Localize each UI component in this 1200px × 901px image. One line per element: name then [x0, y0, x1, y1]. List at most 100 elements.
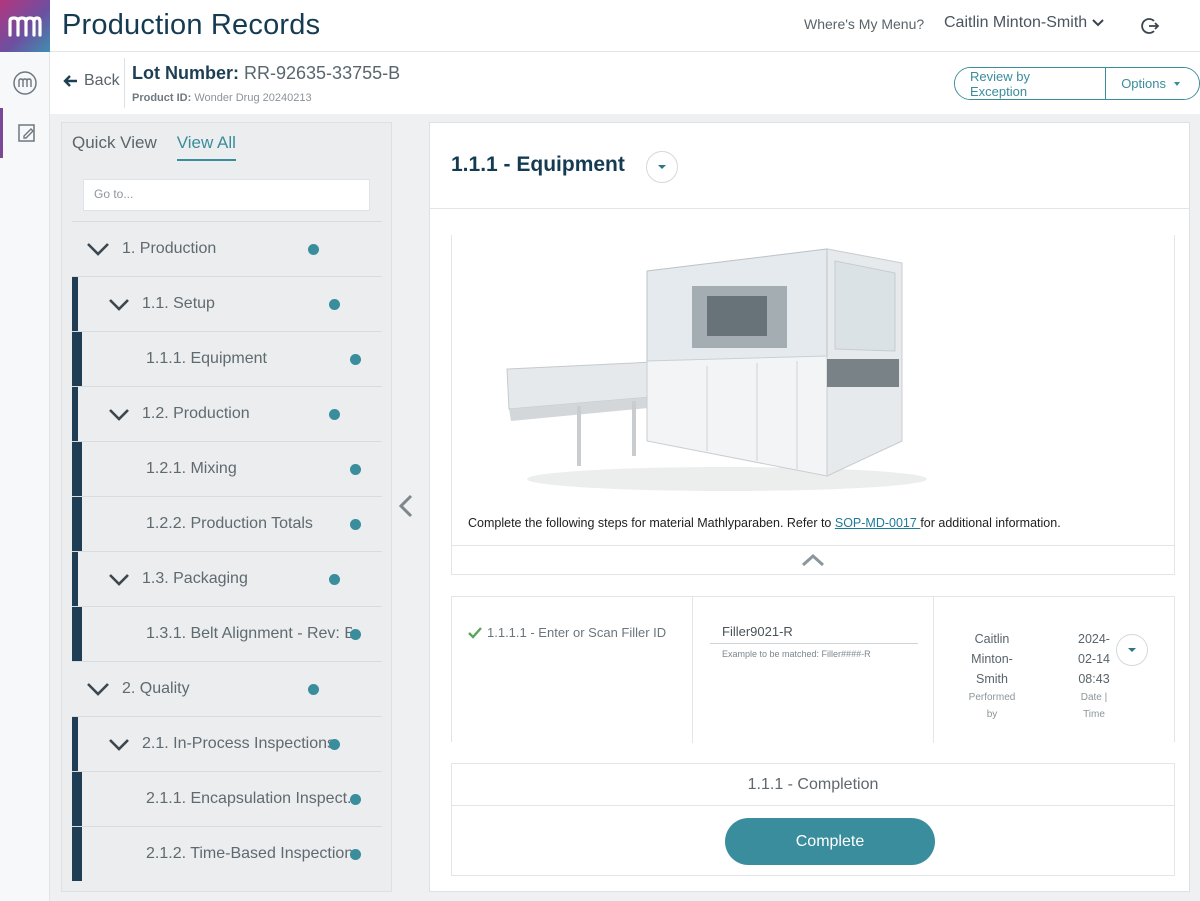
- tree-item-quality[interactable]: 2. Quality: [72, 661, 382, 716]
- app-logo-icon[interactable]: [0, 0, 50, 52]
- column-divider: [692, 597, 693, 743]
- tree-item-label: 1.1. Setup: [142, 295, 215, 312]
- tree-indent-bar: [72, 277, 78, 331]
- tree-item-label: 1. Production: [122, 240, 217, 257]
- instruction-card: Complete the following steps for materia…: [451, 235, 1175, 575]
- lot-number: Lot Number: RR-92635-33755-B: [132, 63, 400, 84]
- completion-card: 1.1.1 - Completion Complete: [451, 763, 1175, 876]
- tree-item-label: 1.3. Packaging: [142, 570, 248, 587]
- caret-down-icon: [1174, 81, 1180, 86]
- chevron-down-icon: [109, 298, 129, 311]
- status-dot: [350, 628, 361, 640]
- status-dot: [350, 848, 361, 860]
- equipment-image: [506, 248, 927, 491]
- status-dot: [350, 518, 361, 530]
- date-time-caption: Time: [1083, 709, 1105, 720]
- status-dot: [329, 738, 340, 750]
- tree-item-production-sub[interactable]: 1.2. Production: [72, 386, 382, 441]
- section-tree: 1. Production 1.1. Setup 1.1.1. Equipmen…: [72, 221, 382, 881]
- lot-number-label: Lot Number:: [132, 63, 239, 83]
- tree-item-in-process-inspections[interactable]: 2.1. In-Process Inspections: [72, 716, 382, 771]
- arrow-left-icon: [63, 75, 77, 87]
- tree-item-production[interactable]: 1. Production: [72, 221, 382, 276]
- caret-down-icon: [1128, 648, 1136, 652]
- product-id-label: Product ID:: [132, 92, 192, 104]
- rail-records-button[interactable]: [0, 108, 50, 158]
- tree-item-encapsulation-inspection[interactable]: 2.1.1. Encapsulation Inspect...: [72, 771, 382, 826]
- tree-indent-bar: [72, 387, 78, 441]
- tree-indent-bar: [72, 717, 78, 771]
- product-id-value: Wonder Drug 20240213: [194, 92, 312, 104]
- tree-item-belt-alignment[interactable]: 1.3.1. Belt Alignment - Rev: B: [72, 606, 382, 661]
- lot-number-value: RR-92635-33755-B: [244, 63, 401, 83]
- check-icon: [468, 626, 482, 639]
- back-label: Back: [84, 72, 120, 89]
- review-by-exception-button[interactable]: Review by Exception: [955, 68, 1106, 99]
- tree-indent-bar: [72, 552, 78, 606]
- tab-view-all[interactable]: View All: [176, 133, 236, 161]
- tree-item-label: 1.3.1. Belt Alignment - Rev: B: [146, 625, 352, 642]
- tree-indent-bar: [72, 497, 82, 551]
- collapse-instructions-button[interactable]: [452, 545, 1174, 573]
- logout-icon[interactable]: [1138, 14, 1162, 38]
- collapse-panel-icon[interactable]: [397, 494, 415, 518]
- tree-item-mixing[interactable]: 1.2.1. Mixing: [72, 441, 382, 496]
- section-title: 1.1.1 - Equipment: [451, 153, 625, 176]
- header-divider: [124, 58, 125, 108]
- tree-item-label: 2.1. In-Process Inspections: [142, 735, 335, 752]
- tree-item-label: 2.1.1. Encapsulation Inspect...: [146, 790, 361, 807]
- user-menu[interactable]: Caitlin Minton-Smith: [944, 14, 1105, 32]
- back-button[interactable]: Back: [62, 72, 120, 90]
- instruction-prefix: Complete the following steps for materia…: [468, 516, 835, 530]
- tree-item-label: 1.2. Production: [142, 405, 250, 422]
- tree-item-label: 1.2.2. Production Totals: [146, 515, 313, 532]
- date-time-caption: Date |: [1080, 692, 1108, 703]
- tree-item-equipment[interactable]: 1.1.1. Equipment: [72, 331, 382, 386]
- brand-circle-icon: [13, 71, 37, 95]
- complete-button[interactable]: Complete: [725, 818, 935, 865]
- main-content: 1.1.1 - Equipment Complete the following…: [429, 122, 1190, 892]
- status-dot: [329, 298, 340, 310]
- tree-indent-bar: [72, 607, 82, 661]
- tree-item-production-totals[interactable]: 1.2.2. Production Totals: [72, 496, 382, 551]
- chevron-up-icon: [801, 553, 825, 566]
- wheres-my-menu-link[interactable]: Where's My Menu?: [804, 16, 924, 32]
- tree-item-label: 2. Quality: [122, 680, 190, 697]
- tree-indent-bar: [72, 827, 82, 881]
- product-id: Product ID: Wonder Drug 20240213: [132, 92, 312, 104]
- status-dot: [350, 793, 361, 805]
- step-row: 1.1.1.1 - Enter or Scan Filler ID Filler…: [451, 596, 1175, 743]
- tree-item-time-based-inspection[interactable]: 2.1.2. Time-Based Inspection: [72, 826, 382, 881]
- filler-id-input[interactable]: Filler9021-R: [710, 624, 918, 644]
- performer-line: Caitlin: [974, 632, 1010, 646]
- caret-down-icon: [658, 165, 666, 169]
- user-name: Caitlin Minton-Smith: [944, 14, 1088, 31]
- header-actions: Review by Exception Options: [954, 67, 1200, 100]
- tree-indent-bar: [72, 772, 82, 826]
- tree-item-packaging[interactable]: 1.3. Packaging: [72, 551, 382, 606]
- tree-item-setup[interactable]: 1.1. Setup: [72, 276, 382, 331]
- record-header: Back Lot Number: RR-92635-33755-B Produc…: [50, 52, 1200, 114]
- instruction-text: Complete the following steps for materia…: [468, 516, 1061, 530]
- app-title: Production Records: [62, 9, 321, 41]
- status-dot: [308, 683, 319, 695]
- performed-by-caption: by: [986, 709, 998, 720]
- status-dot: [308, 243, 319, 255]
- status-dot: [350, 353, 361, 365]
- step-menu-button[interactable]: [1116, 634, 1148, 666]
- section-header: 1.1.1 - Equipment: [430, 123, 1189, 209]
- section-menu-button[interactable]: [646, 151, 678, 183]
- performer-line: Smith: [976, 672, 1008, 686]
- status-dot: [329, 573, 340, 585]
- edit-document-icon: [17, 124, 35, 142]
- tree-item-label: 2.1.2. Time-Based Inspection: [146, 845, 354, 862]
- options-button[interactable]: Options: [1106, 68, 1199, 99]
- performed-by: Caitlin Minton- Smith Performed by: [962, 629, 1022, 723]
- rail-home-button[interactable]: [0, 58, 50, 108]
- sop-link[interactable]: SOP-MD-0017: [835, 516, 920, 530]
- chevron-down-icon: [87, 683, 109, 696]
- tab-quick-view[interactable]: Quick View: [72, 133, 157, 161]
- tree-item-label: 1.2.1. Mixing: [146, 460, 237, 477]
- goto-input[interactable]: Go to...: [83, 179, 370, 211]
- top-bar: Production Records Where's My Menu? Cait…: [0, 0, 1200, 52]
